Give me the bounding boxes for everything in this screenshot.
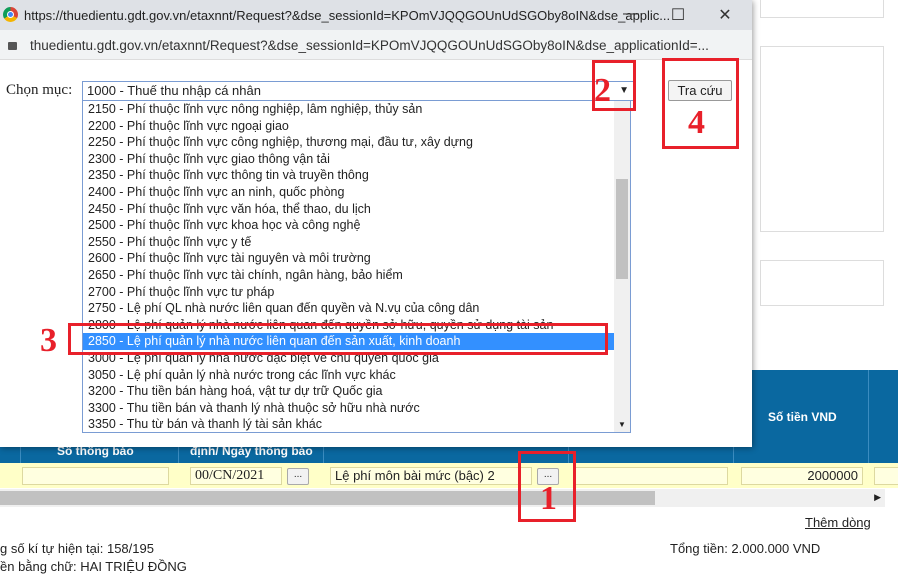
dropdown-option[interactable]: 2500 - Phí thuộc lĩnh vực khoa học và cô…	[83, 217, 615, 234]
annotation-number-4: 4	[688, 104, 705, 141]
address-bar: thuedientu.gdt.gov.vn/etaxnnt/Request?&d…	[0, 30, 752, 60]
dropdown-option[interactable]: 3300 - Thu tiền bán và thanh lý nhà thuộ…	[83, 400, 615, 417]
dropdown-option[interactable]: 3050 - Lệ phí quản lý nhà nước trong các…	[83, 367, 615, 384]
close-button[interactable]: ✕	[710, 5, 740, 25]
dropdown-option[interactable]: 2750 - Lệ phí QL nhà nước liên quan đến …	[83, 300, 615, 317]
dropdown-option[interactable]: 2450 - Phí thuộc lĩnh vực văn hóa, thể t…	[83, 201, 615, 218]
char-count: g số kí tự hiện tại: 158/195	[0, 541, 154, 556]
maximize-button[interactable]: ☐	[663, 5, 693, 25]
window-title: https://thuedientu.gdt.gov.vn/etaxnnt/Re…	[24, 8, 671, 23]
vertical-scrollbar[interactable]: ▼	[614, 101, 630, 432]
chrome-icon	[3, 7, 18, 22]
dropdown-option[interactable]: 2400 - Phí thuộc lĩnh vực an ninh, quốc …	[83, 184, 615, 201]
scroll-thumb[interactable]	[616, 179, 628, 279]
amount-in-words: ền bằng chữ: HAI TRIỆU ĐỒNG	[0, 559, 187, 574]
noi-dung-input[interactable]: Lệ phí môn bài mức (bậc) 2	[330, 467, 532, 485]
dropdown-option[interactable]: 2350 - Phí thuộc lĩnh vực thông tin và t…	[83, 167, 615, 184]
annotation-number-3: 3	[40, 322, 57, 359]
bg-panel	[760, 0, 884, 18]
dropdown-option[interactable]: 2150 - Phí thuộc lĩnh vực nông nghiệp, l…	[83, 101, 615, 118]
dropdown-option[interactable]: 2700 - Phí thuộc lĩnh vực tư pháp	[83, 284, 615, 301]
popup-window: https://thuedientu.gdt.gov.vn/etaxnnt/Re…	[0, 0, 752, 447]
selected-value: 1000 - Thuế thu nhập cá nhân	[87, 83, 261, 98]
choose-label: Chọn mục:	[6, 82, 73, 98]
dropdown-option[interactable]: 2250 - Phí thuộc lĩnh vực công nghiệp, t…	[83, 134, 615, 151]
annotation-number-2: 2	[594, 72, 611, 109]
table-row: 00/CN/2021 ... Lệ phí môn bài mức (bậc) …	[0, 463, 898, 488]
ngay-lookup-button[interactable]: ...	[287, 468, 309, 485]
dropdown-option[interactable]: 3350 - Thu từ bán và thanh lý tài sản kh…	[83, 416, 615, 432]
next-cell[interactable]	[874, 467, 898, 485]
dropdown-option[interactable]: 2300 - Phí thuộc lĩnh vực giao thông vận…	[83, 151, 615, 168]
dropdown-option[interactable]: 2600 - Phí thuộc lĩnh vực tài nguyên và …	[83, 250, 615, 267]
annotation-number-1: 1	[540, 480, 557, 517]
add-row-link[interactable]: Thêm dòng	[805, 515, 871, 530]
category-select[interactable]: 1000 - Thuế thu nhập cá nhân ▼	[82, 81, 636, 101]
ngay-input[interactable]: 00/CN/2021	[190, 467, 282, 485]
dropdown-option[interactable]: 2550 - Phí thuộc lĩnh vực y tế	[83, 234, 615, 251]
so-thong-bao-input[interactable]	[22, 467, 169, 485]
bg-panel	[760, 46, 884, 232]
total-amount: Tổng tiền: 2.000.000 VND	[670, 541, 821, 556]
dropdown-option[interactable]: 3200 - Thu tiền bán hàng hoá, vật tư dự …	[83, 383, 615, 400]
so-tien-input[interactable]: 2000000	[741, 467, 863, 485]
lock-icon	[8, 42, 17, 50]
header-so-tien: Số tiền VND	[768, 410, 837, 424]
dropdown-option[interactable]: 2200 - Phí thuộc lĩnh vực ngoại giao	[83, 118, 615, 135]
dropdown-option[interactable]: 2650 - Phí thuộc lĩnh vực tài chính, ngâ…	[83, 267, 615, 284]
blank-cell[interactable]	[573, 467, 728, 485]
scroll-right-arrow-icon[interactable]: ▶	[874, 492, 881, 503]
title-bar: https://thuedientu.gdt.gov.vn/etaxnnt/Re…	[0, 0, 752, 30]
bg-panel	[760, 260, 884, 306]
minimize-button[interactable]: —	[616, 5, 646, 23]
url-text[interactable]: thuedientu.gdt.gov.vn/etaxnnt/Request?&d…	[30, 38, 709, 53]
category-dropdown-list[interactable]: 3350 - Thu từ bán và thanh lý tài sản kh…	[82, 100, 631, 433]
horizontal-scrollbar[interactable]: ▶	[0, 489, 885, 507]
scroll-down-arrow-icon[interactable]: ▼	[618, 420, 626, 429]
annotation-box-3	[68, 323, 608, 355]
